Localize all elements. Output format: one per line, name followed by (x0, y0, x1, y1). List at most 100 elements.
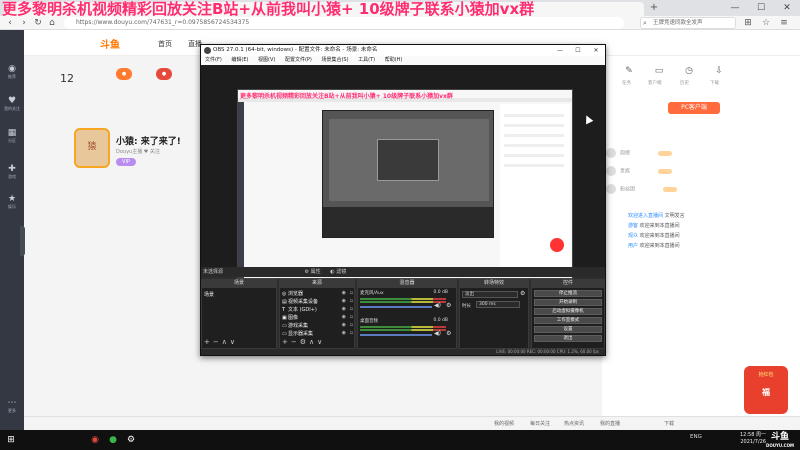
transition-gear-icon[interactable]: ⚙ (520, 290, 525, 297)
extensions-icon[interactable]: ⊞ (742, 17, 754, 29)
tray-input-lang[interactable]: ENG (690, 434, 702, 440)
speaker-icon[interactable]: ◀) (434, 302, 441, 309)
red-envelope-button[interactable]: 抢红包 福 (744, 366, 788, 414)
rp-label-3: 下载 (710, 81, 719, 86)
bottom-link[interactable]: 下载 (664, 420, 674, 427)
eye-icon: ◉ (341, 314, 346, 320)
source-item[interactable]: ◎ 浏览器 ◉ ▫ (282, 290, 354, 297)
preview-nested-obs (322, 110, 494, 238)
menu-view[interactable]: 视图(V) (258, 57, 275, 63)
app-icon-browser[interactable]: ● (106, 433, 120, 447)
avatar[interactable]: 猿 (74, 128, 110, 168)
reload-icon[interactable]: ↻ (32, 17, 44, 29)
history-icon[interactable]: ◷ (680, 66, 698, 76)
preview-canvas[interactable]: 更多黎明杀机视频精彩回放关注B站+从前我叫小猿+ 10级牌子联系小猿加vx群 (237, 89, 573, 279)
obs-maximize-button[interactable]: ☐ (569, 45, 587, 56)
search-input[interactable]: ⌕ 王牌竞速同款全发声 (640, 17, 736, 29)
rank-badge (663, 186, 678, 192)
properties-button[interactable]: ⚙ 属性 (305, 269, 321, 275)
pc-client-button[interactable]: PC客户端 (668, 102, 720, 114)
new-tab-button[interactable]: + (648, 2, 660, 14)
rank-row[interactable]: 周榜 (606, 148, 796, 162)
eye-icon: ◉ (341, 306, 346, 312)
obs-titlebar[interactable]: OBS 27.0.1 (64-bit, windows) - 配置文件: 未命名… (201, 45, 605, 56)
menu-help[interactable]: 帮助(H) (385, 57, 403, 63)
scene-item[interactable]: 场景 (204, 291, 214, 298)
back-icon[interactable]: ‹ (4, 17, 16, 29)
settings-button[interactable]: 设置 (534, 326, 602, 333)
speaker-icon[interactable]: ◀) (434, 330, 441, 337)
gear-icon[interactable]: ⚙ (446, 302, 451, 309)
sidebar-item-3[interactable]: ✚ 游戏 (0, 164, 24, 180)
exit-button[interactable]: 退出 (534, 335, 602, 342)
sidebar-collapse-handle[interactable] (20, 226, 25, 256)
source-item[interactable]: ▭显示器采集 ◉ ▫ (282, 330, 354, 337)
stop-streaming-button[interactable]: 停止推流 (534, 290, 602, 297)
obs-logo-icon (204, 47, 211, 54)
virtual-camera-button[interactable]: 启动虚拟摄像机 (534, 308, 602, 315)
rank-row[interactable]: 贵族 (606, 166, 796, 180)
source-item[interactable]: ▣图像 ◉ ▫ (282, 314, 354, 321)
address-bar[interactable]: https://www.douyu.com/747631_r=0.0975856… (64, 17, 624, 29)
home-icon[interactable]: ⌂ (46, 17, 58, 29)
sources-tools[interactable]: +−⚙∧∨ (282, 338, 325, 346)
transition-select[interactable]: 淡出 (462, 291, 518, 298)
menu-tools[interactable]: 工具(T) (358, 57, 375, 63)
sidebar-item-2[interactable]: ▦ 分区 (0, 128, 24, 144)
download-icon[interactable]: ⇩ (710, 66, 728, 76)
forward-icon[interactable]: › (18, 17, 30, 29)
rank-row[interactable]: 粉丝团 (606, 184, 796, 198)
studio-mode-button[interactable]: 工作室模式 (534, 317, 602, 324)
desktop-volume-slider[interactable] (360, 334, 432, 336)
bottom-link[interactable]: 每日关注 (530, 420, 550, 427)
sidebar-item-1[interactable]: ♥ 我的关注 (0, 96, 24, 112)
scenes-tools[interactable]: +−∧∨ (204, 338, 238, 346)
obs-minimize-button[interactable]: — (551, 45, 569, 56)
menu-scene-collection[interactable]: 场景集合(S) (321, 57, 348, 63)
sidebar-item-5[interactable]: ⋯ 更多 (0, 398, 24, 414)
anchor-subtitle[interactable]: Douyu主播 ♥ 关注 (116, 148, 160, 155)
source-item[interactable]: ▤视频采集设备 ◉ ▫ (282, 298, 354, 305)
close-button[interactable]: ✕ (774, 0, 800, 16)
maximize-button[interactable]: ☐ (748, 0, 774, 16)
menu-edit[interactable]: 编辑(E) (231, 57, 248, 63)
nested-preview-core (377, 139, 439, 181)
sidebar-item-0[interactable]: ◉ 推荐 (0, 64, 24, 80)
fire-icon[interactable]: ● (116, 68, 132, 80)
source-item[interactable]: ▭游戏采集 ◉ ▫ (282, 322, 354, 329)
app-icon-record[interactable]: ◉ (88, 433, 102, 447)
obs-close-button[interactable]: ✕ (587, 45, 605, 56)
gear-icon[interactable]: ⚙ (446, 330, 451, 337)
task-icon[interactable]: ✎ (620, 66, 638, 76)
menu-profile[interactable]: 配置文件(P) (285, 57, 312, 63)
minimize-button[interactable]: — (722, 0, 748, 16)
app-icon-obs[interactable]: ⚙ (124, 433, 138, 447)
nav-link-home[interactable]: 首页 (158, 39, 172, 49)
taskbar-clock[interactable]: 12:58 周一 2021/7/26 (730, 432, 766, 446)
mixer-channel-label: 麦克风/Aux 0.0 dB (360, 290, 448, 296)
favorites-icon[interactable]: ☆ (760, 17, 772, 29)
obs-status-bar: LIVE: 00:00:00 REC: 00:00:00 CPU: 1.2%, … (201, 349, 605, 355)
vip-badge[interactable]: VIP (116, 158, 136, 166)
client-icon[interactable]: ▭ (650, 66, 668, 76)
source-toolbar: 未选择源 ⚙ 属性 ◐ 滤镜 (201, 267, 605, 277)
douyu-logo[interactable]: 斗鱼 (100, 36, 120, 51)
more-icon: ⋯ (7, 398, 17, 408)
start-recording-button[interactable]: 开始录制 (534, 299, 602, 306)
start-icon[interactable]: ⊞ (4, 433, 18, 447)
filters-button[interactable]: ◐ 滤镜 (330, 269, 346, 275)
sidebar-item-4[interactable]: ★ 娱乐 (0, 194, 24, 210)
bottom-link[interactable]: 我的视频 (494, 420, 514, 427)
taskbar: ⊞ ◉ ● ⚙ ENG 12:58 周一 2021/7/26 (0, 430, 800, 450)
gift-icon[interactable]: ● (156, 68, 172, 80)
menu-icon[interactable]: ≡ (778, 17, 790, 29)
sources-header: 来源 (279, 279, 355, 287)
bottom-strip: 我的视频 每日关注 热点资讯 我的直播 下载 (24, 416, 800, 430)
source-item[interactable]: T 文本 (GDI+) ◉ ▫ (282, 306, 354, 313)
grid-icon: ▦ (7, 128, 17, 138)
duration-input[interactable]: 300 ms (476, 301, 520, 308)
bottom-link[interactable]: 我的直播 (600, 420, 620, 427)
bottom-link[interactable]: 热点资讯 (564, 420, 584, 427)
menu-file[interactable]: 文件(F) (205, 57, 222, 63)
mic-volume-slider[interactable] (360, 306, 432, 308)
